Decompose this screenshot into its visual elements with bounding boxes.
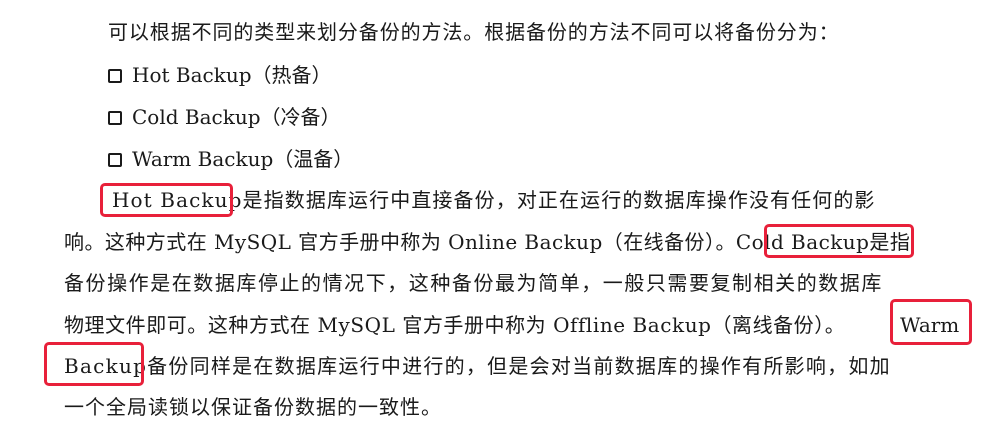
bullet-label: Cold Backup（冷备） [132, 105, 341, 129]
checkbox-icon [108, 69, 122, 83]
paragraph-line-1: Hot Backup是指数据库运行中直接备份，对正在运行的数据库操作没有任何的影 [64, 185, 876, 215]
paragraph-text: 物理文件即可。这种方式在 MySQL 官方手册中称为 Offline Backu… [64, 313, 846, 337]
paragraph-text: 是指 [869, 230, 911, 254]
warm-term-part2: Backup [64, 354, 148, 378]
paragraph-line-6: 一个全局读锁以保证备份数据的一致性。 [64, 395, 442, 419]
checkbox-icon [108, 111, 122, 125]
paragraph-line-5: Backup备份同样是在数据库运行中进行的，但是会对当前数据库的操作有所影响，如… [64, 351, 891, 381]
cold-backup-term: Cold Backup [735, 230, 870, 254]
paragraph-line-4: 物理文件即可。这种方式在 MySQL 官方手册中称为 Offline Backu… [64, 310, 845, 340]
paragraph-text: 备份同样是在数据库运行中进行的，但是会对当前数据库的操作有所影响，如加 [147, 354, 891, 378]
hot-backup-term: Hot Backup [112, 188, 243, 212]
bullet-label: Warm Backup（温备） [132, 147, 354, 171]
paragraph-line-3: 备份操作是在数据库停止的情况下，这种备份最为简单，一般只需要复制相关的数据库 [64, 271, 883, 295]
checkbox-icon [108, 153, 122, 167]
bullet-item-hot: Hot Backup（热备） [108, 60, 332, 90]
paragraph-text: 是指数据库运行中直接备份，对正在运行的数据库操作没有任何的影 [242, 188, 876, 212]
bullet-item-warm: Warm Backup（温备） [108, 144, 353, 174]
document-page: 可以根据不同的类型来划分备份的方法。根据备份的方法不同可以将备份分为： Hot … [0, 0, 997, 425]
bullet-item-cold: Cold Backup（冷备） [108, 102, 341, 132]
bullet-label: Hot Backup（热备） [132, 63, 332, 87]
intro-sentence: 可以根据不同的类型来划分备份的方法。根据备份的方法不同可以将备份分为： [108, 20, 840, 44]
paragraph-text: 响。这种方式在 MySQL 官方手册中称为 Online Backup（在线备份… [64, 230, 736, 254]
paragraph-line-2: 响。这种方式在 MySQL 官方手册中称为 Online Backup（在线备份… [64, 227, 910, 257]
warm-term-part1: Warm [900, 313, 960, 337]
